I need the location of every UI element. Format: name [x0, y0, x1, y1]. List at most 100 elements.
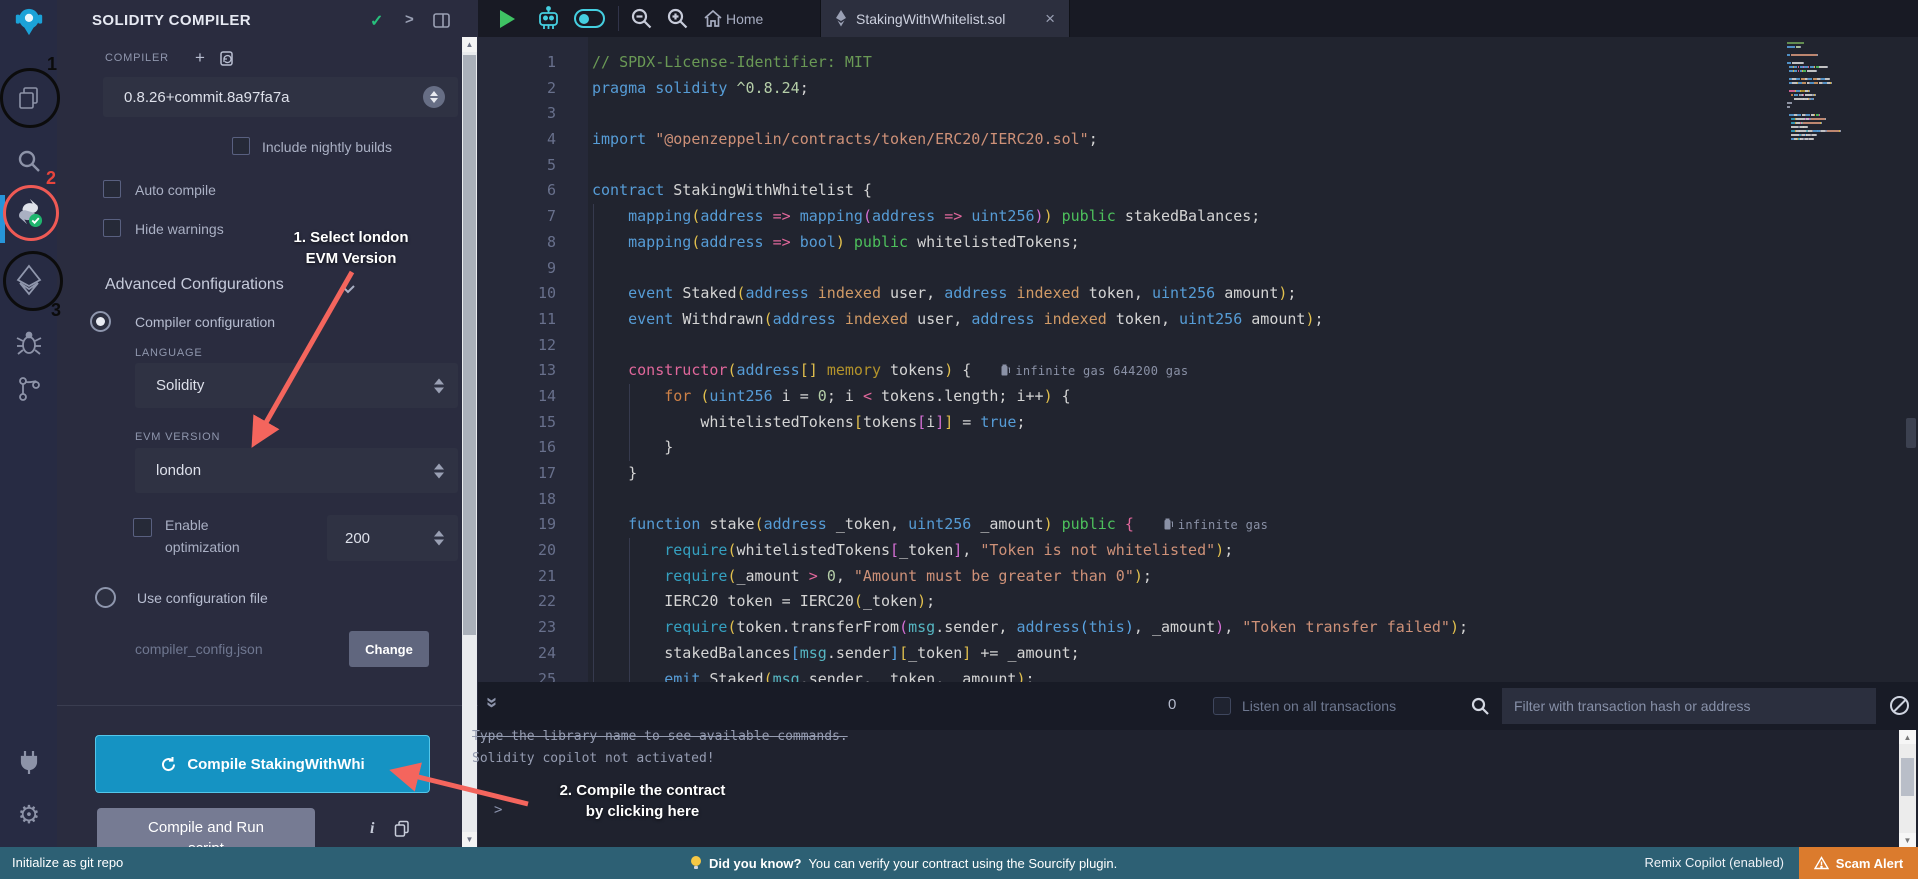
code-line: 8 mapping(address => bool) public whitel… — [478, 230, 1918, 256]
scroll-up-icon[interactable]: ▲ — [1899, 730, 1916, 744]
code-line: 9 — [478, 256, 1918, 282]
include-nightly-checkbox[interactable] — [232, 137, 250, 155]
optimization-runs-input[interactable]: 200 — [327, 515, 458, 561]
terminal-prompt[interactable]: > — [494, 802, 502, 818]
code-line: 5 — [478, 153, 1918, 179]
hide-warnings-checkbox[interactable] — [103, 219, 121, 237]
info-icon[interactable]: i — [370, 820, 374, 838]
code-editor[interactable]: 1// SPDX-License-Identifier: MIT2pragma … — [478, 37, 1918, 682]
code-line: 23 require(token.transferFrom(msg.sender… — [478, 615, 1918, 641]
advanced-configurations-heading[interactable]: Advanced Configurations — [105, 276, 284, 294]
code-line: 7 mapping(address => mapping(address => … — [478, 204, 1918, 230]
scroll-down-icon[interactable]: ▼ — [1899, 833, 1916, 847]
ai-copilot-robot-icon[interactable] — [535, 0, 562, 37]
zoom-in-icon[interactable] — [666, 0, 689, 37]
tab-bar: Home StakingWithWhitelist.sol × — [478, 0, 1918, 37]
clear-console-ban-icon[interactable] — [1890, 696, 1909, 715]
code-line: 12 — [478, 333, 1918, 359]
terminal-collapse-icon[interactable]: » — [480, 697, 503, 708]
code-line: 6contract StakingWithWhitelist { — [478, 178, 1918, 204]
code-line: 19 function stake(address _token, uint25… — [478, 512, 1918, 538]
code-line: 11 event Withdrawn(address indexed user,… — [478, 307, 1918, 333]
line-number: 25 — [478, 667, 556, 683]
compiler-configuration-radio[interactable] — [90, 311, 111, 332]
tab-close-icon[interactable]: × — [1045, 10, 1055, 27]
editor-scrollbar-thumb[interactable] — [1906, 418, 1916, 448]
line-number: 18 — [478, 487, 556, 513]
transaction-count-badge: 0 — [1168, 696, 1176, 713]
language-select[interactable]: Solidity — [135, 363, 458, 408]
home-icon[interactable] — [703, 0, 723, 37]
code-line: 20 require(whitelistedTokens[_token], "T… — [478, 538, 1918, 564]
solidity-compiler-icon[interactable] — [15, 199, 43, 227]
copy-icon[interactable] — [394, 820, 410, 842]
status-bar: Initialize as git repo Did you know? You… — [0, 847, 1918, 879]
terminal: » 0 Listen on all transactions Type the … — [478, 682, 1918, 847]
home-tab[interactable]: Home — [726, 0, 763, 37]
debugger-icon[interactable] — [15, 329, 43, 357]
terminal-scrollbar[interactable]: ▲ ▼ — [1899, 730, 1916, 847]
compiler-version-select[interactable]: 0.8.26+commit.8a97fa7a — [103, 77, 458, 117]
line-number: 7 — [478, 204, 556, 230]
panel-scrollbar[interactable]: ▲ ▼ — [462, 37, 477, 847]
scam-alert-button[interactable]: Scam Alert — [1799, 847, 1918, 879]
deploy-run-icon[interactable] — [15, 266, 43, 294]
use-configuration-file-label: Use configuration file — [137, 590, 268, 606]
compile-button[interactable]: Compile StakingWithWhi — [95, 735, 430, 793]
remix-logo-icon[interactable] — [15, 8, 43, 36]
line-number: 20 — [478, 538, 556, 564]
evm-version-value: london — [156, 462, 201, 479]
zoom-out-icon[interactable] — [630, 0, 653, 37]
panel-scrollbar-thumb[interactable] — [463, 55, 476, 635]
listen-all-transactions-checkbox[interactable] — [1213, 697, 1231, 715]
line-number: 19 — [478, 512, 556, 538]
compile-button-label: Compile StakingWithWhi — [187, 756, 364, 773]
line-number: 17 — [478, 461, 556, 487]
runs-stepper-icon[interactable] — [434, 531, 444, 546]
git-icon[interactable] — [15, 375, 43, 403]
copilot-status[interactable]: Remix Copilot (enabled) — [1645, 855, 1784, 870]
terminal-scrollbar-thumb[interactable] — [1901, 758, 1914, 796]
line-number: 4 — [478, 127, 556, 153]
add-compiler-icon[interactable]: + — [195, 48, 205, 68]
minimap[interactable] — [1787, 42, 1893, 150]
scroll-down-icon[interactable]: ▼ — [462, 832, 477, 847]
gas-estimate: infinite gas — [1164, 518, 1268, 532]
code-line: 17 } — [478, 461, 1918, 487]
chevron-down-icon[interactable] — [340, 281, 356, 299]
line-number: 13 — [478, 358, 556, 384]
code-line: 14 for (uint256 i = 0; i < tokens.length… — [478, 384, 1918, 410]
file-explorer-icon[interactable] — [15, 84, 43, 112]
settings-gear-icon[interactable]: ⚙ — [15, 801, 43, 829]
enable-optimization-checkbox[interactable] — [133, 518, 152, 537]
auto-compile-label: Auto compile — [135, 182, 216, 198]
compile-and-run-button[interactable]: Compile and Run script — [97, 808, 315, 847]
remix-ide: ⚙ 1 2 3 SOLIDITY COMPILER ✓ > COMPILER +… — [0, 0, 1918, 879]
evm-version-select[interactable]: london — [135, 448, 458, 493]
version-stepper-icon[interactable] — [423, 86, 445, 108]
enable-optimization-label-1: Enable — [165, 517, 209, 533]
panel-expand-icon[interactable]: > — [405, 11, 414, 28]
pin-panel-icon[interactable] — [433, 13, 450, 33]
tab-title: StakingWithWhitelist.sol — [856, 11, 1036, 27]
code-line: 16 } — [478, 435, 1918, 461]
gas-estimate: infinite gas 644200 gas — [1001, 364, 1188, 378]
change-config-button[interactable]: Change — [349, 631, 429, 667]
solidity-compiler-panel: SOLIDITY COMPILER ✓ > COMPILER + 0.8.26+… — [57, 0, 478, 847]
scroll-up-icon[interactable]: ▲ — [462, 37, 477, 52]
search-icon[interactable] — [15, 147, 43, 175]
tab-stakingwithwhitelist[interactable]: StakingWithWhitelist.sol × — [820, 0, 1070, 37]
line-number: 24 — [478, 641, 556, 667]
plugin-manager-icon[interactable] — [15, 748, 43, 776]
line-number: 9 — [478, 256, 556, 282]
use-configuration-file-radio[interactable] — [95, 587, 116, 608]
copilot-toggle[interactable] — [574, 0, 605, 37]
transaction-filter-input[interactable] — [1502, 688, 1876, 724]
auto-compile-checkbox[interactable] — [103, 180, 121, 198]
reload-compiler-icon[interactable] — [219, 50, 235, 72]
git-init-status[interactable]: Initialize as git repo — [12, 855, 123, 870]
run-script-play-icon[interactable] — [500, 0, 515, 37]
terminal-output-line: Type the library name to see available c… — [472, 729, 848, 744]
did-you-know-tip: Did you know? You can verify your contra… — [690, 855, 1117, 871]
code-lines: 1// SPDX-License-Identifier: MIT2pragma … — [478, 50, 1918, 682]
